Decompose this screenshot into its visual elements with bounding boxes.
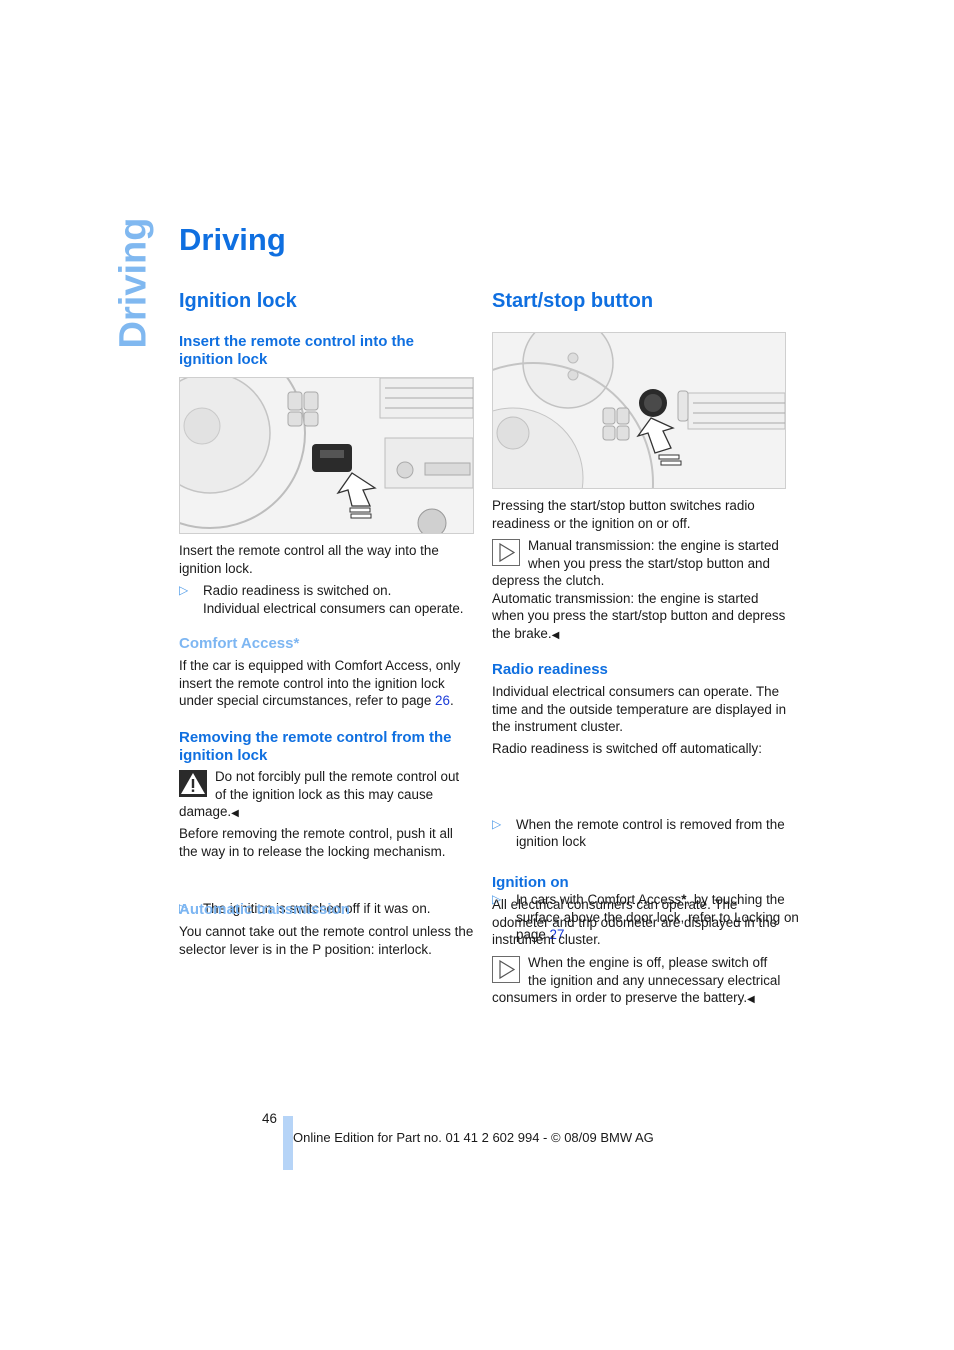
ignition-on-text: All electrical consumers can operate. Th… [492,897,778,948]
list-item: ▷ Radio readiness is switched on. Indivi… [179,582,498,617]
end-mark-icon: ◀ [747,994,755,1006]
subheading-radio-readiness: Radio readiness [492,661,608,678]
automatic-transmission-text: You cannot take out the remote control u… [179,924,474,957]
comfort-text: If the car is equipped with Comfort Acce… [179,658,461,709]
page-number: 46 [262,1111,277,1126]
note-icon [492,956,520,983]
ignition-lock-drawing [180,378,473,533]
subheading-ignition-on: Ignition on [492,874,569,891]
warning-block: Do not forcibly pull the remote control … [179,768,474,823]
subheading-automatic-transmission: Automatic transmission [179,901,350,918]
start-stop-intro: Pressing the start/stop button switches … [492,498,755,531]
start-stop-illustration [492,332,786,489]
bullet-triangle-icon: ▷ [179,583,189,597]
note-auto-text-body: Automatic transmission: the engine is st… [492,590,786,641]
note-auto-text: Automatic transmission: the engine is st… [492,590,787,645]
end-mark-icon: ◀ [551,629,560,641]
end-mark-icon: ◀ [231,808,239,820]
bullet-triangle-icon: ▷ [492,816,502,831]
note-battery-text: When the engine is off, please switch of… [492,955,781,1006]
side-chapter-label: Driving [112,217,155,349]
note-block-battery: When the engine is off, please switch of… [492,954,787,1009]
section-heading-start-stop: Start/stop button [492,290,654,312]
page-title: Driving [179,222,286,257]
ignition-lock-illustration [179,377,474,534]
bullet-text-line2: Individual electrical consumers can oper… [203,600,464,616]
radio-off-text: Radio readiness is switched off automati… [492,741,762,756]
subheading-removing: Removing the remote control from the ign… [179,729,452,764]
note-block-transmission: Manual transmission: the engine is start… [492,537,787,645]
bullet-text-line1: Radio readiness is switched on. [203,583,392,598]
comfort-access-text: If the car is equipped with Comfort Acce… [179,657,474,710]
subheading-insert: Insert the remote control into the ignit… [179,333,449,369]
insert-text: Insert the remote control all the way in… [179,543,439,576]
radio-readiness-text: Individual electrical consumers can oper… [492,684,787,735]
comfort-text-end: . [449,693,454,709]
list-item: ▷ When the remote control is removed fro… [492,816,811,851]
footer-accent-bar [283,1116,293,1170]
warning-text: Do not forcibly pull the remote control … [179,769,460,820]
footer-edition-text: Online Edition for Part no. 01 41 2 602 … [293,1130,654,1145]
bullet-text: When the remote control is removed from … [516,816,785,850]
start-stop-drawing [493,333,785,488]
subheading-insert-text: Insert the remote control into the ignit… [179,333,415,368]
subheading-comfort-access: Comfort Access* [179,635,300,652]
note-manual-text: Manual transmission: the engine is start… [492,538,779,589]
note-icon [492,539,520,566]
side-chapter-tab: Driving [112,218,156,349]
left-column: Ignition lock [179,290,474,313]
warning-icon [179,770,207,797]
page-link-26[interactable]: 26 [435,693,450,708]
section-heading-ignition-lock: Ignition lock [179,290,297,312]
before-removing-text: Before removing the remote control, push… [179,826,453,859]
